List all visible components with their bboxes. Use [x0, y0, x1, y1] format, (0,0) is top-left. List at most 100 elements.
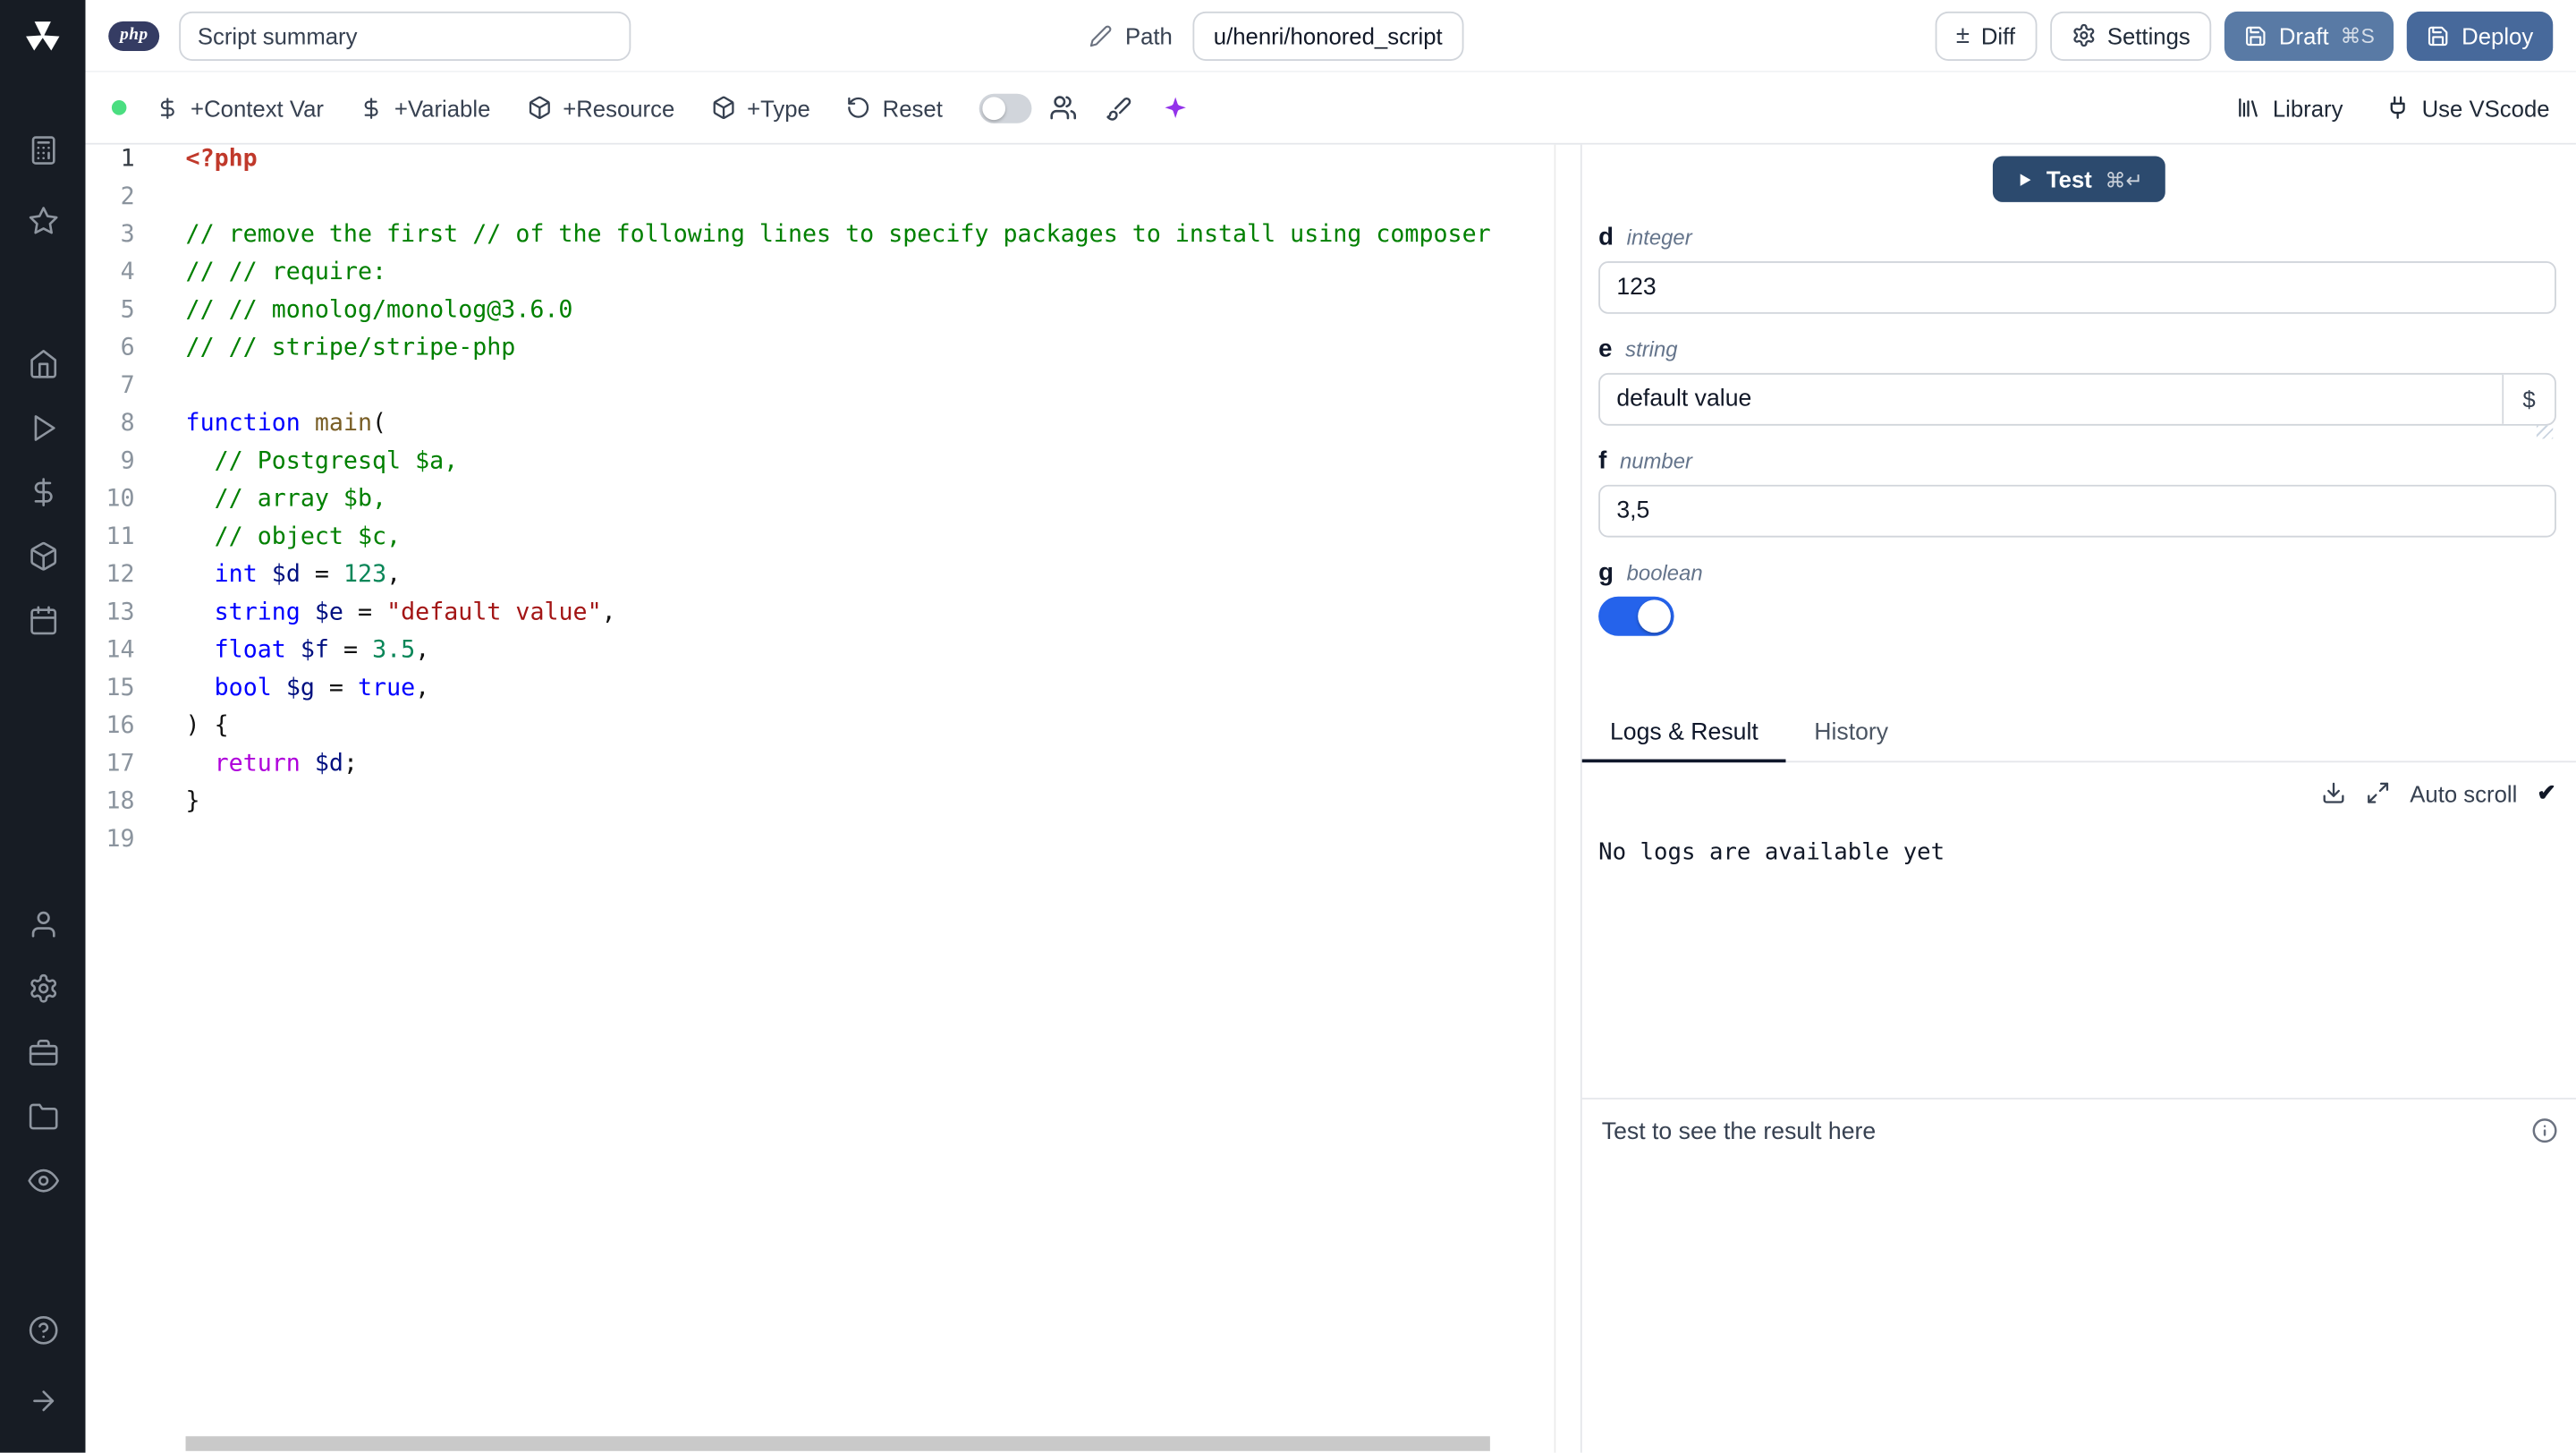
field-g-toggle[interactable] — [1598, 596, 1674, 636]
code-line[interactable]: ​ — [186, 184, 1555, 222]
expand-icon[interactable] — [2366, 780, 2391, 805]
add-context-var-label: +Context Var — [191, 94, 324, 121]
line-number: 13 — [106, 599, 135, 626]
code-line[interactable]: bool $g = true, — [186, 676, 1555, 713]
star-icon — [28, 206, 57, 234]
diff-button-label: Diff — [1980, 21, 2015, 49]
add-type-button[interactable]: +Type — [711, 95, 810, 121]
add-resource-button[interactable]: +Resource — [527, 95, 674, 121]
code-line[interactable]: ​ — [186, 373, 1555, 411]
tab-logs-result[interactable]: Logs & Result — [1581, 715, 1787, 763]
arguments-form: d integer e string $ f — [1582, 202, 2576, 636]
windmill-logo[interactable] — [20, 13, 65, 59]
field-d-input[interactable] — [1598, 261, 2556, 314]
content-column: php Path u/henri/honored_script ± Diff S… — [85, 0, 2576, 1453]
sidebar-item-help[interactable] — [13, 1304, 72, 1354]
field-f-input[interactable] — [1598, 484, 2556, 538]
script-summary-input[interactable] — [179, 10, 631, 61]
code-line[interactable]: ​ — [186, 827, 1555, 864]
auto-scroll-label[interactable]: Auto scroll — [2410, 780, 2517, 806]
code-line[interactable]: // object $c, — [186, 524, 1555, 562]
field-f-label-row: f number — [1598, 447, 2556, 475]
horizontal-scrollbar[interactable] — [185, 1436, 1490, 1451]
sidebar-item-schedules[interactable] — [13, 595, 72, 644]
code-line[interactable]: string $e = "default value", — [186, 599, 1555, 637]
field-d-name: d — [1598, 223, 1614, 252]
code-editor[interactable]: 12345678910111213141516171819 <?php​// r… — [85, 144, 1556, 1453]
line-number: 6 — [120, 335, 135, 362]
use-vscode-button[interactable]: Use VScode — [2385, 95, 2550, 121]
sidebar-item-audit-logs[interactable] — [13, 1155, 72, 1204]
brush-icon — [1106, 97, 1131, 120]
download-icon[interactable] — [2321, 780, 2346, 805]
add-variable-button[interactable]: +Variable — [360, 95, 490, 121]
code-line[interactable]: // // stripe/stripe-php — [186, 336, 1555, 373]
check-icon[interactable]: ✔ — [2537, 779, 2556, 807]
sidebar-item-users[interactable] — [13, 899, 72, 948]
line-number: 5 — [120, 297, 135, 324]
editor-toolbar: +Context Var +Variable +Resource +Type R… — [85, 72, 2576, 145]
sidebar-item-settings[interactable] — [13, 963, 72, 1012]
field-d-type: integer — [1626, 225, 1692, 251]
field-f-name: f — [1598, 446, 1607, 475]
ai-assistant-button[interactable] — [1161, 94, 1189, 122]
tab-history[interactable]: History — [1786, 715, 1916, 762]
code-line[interactable]: // // require: — [186, 259, 1555, 297]
deploy-button[interactable]: Deploy — [2407, 10, 2554, 61]
format-code-button[interactable] — [1106, 95, 1131, 121]
sidebar-item-home[interactable] — [13, 338, 72, 387]
result-tabs: Logs & Result History — [1581, 715, 2576, 763]
line-number: 9 — [120, 448, 135, 475]
code-line[interactable]: // array $b, — [186, 487, 1555, 524]
line-number: 14 — [106, 637, 135, 665]
script-path-box[interactable]: u/henri/honored_script — [1191, 10, 1464, 61]
code-line[interactable]: ) { — [186, 713, 1555, 751]
test-row: Test ⌘↵ — [1582, 156, 2576, 202]
code-lines[interactable]: <?php​// remove the first // of the foll… — [151, 145, 1555, 1453]
package-icon — [529, 96, 550, 119]
code-line[interactable]: return $d; — [186, 751, 1555, 788]
windmill-logo-icon — [26, 21, 60, 51]
sidebar-item-runs[interactable] — [13, 403, 72, 452]
line-number: 17 — [106, 751, 135, 777]
code-line[interactable]: // // monolog/monolog@3.6.0 — [186, 297, 1555, 335]
draft-button[interactable]: Draft ⌘S — [2224, 10, 2394, 61]
code-line[interactable]: } — [186, 789, 1555, 827]
info-button[interactable] — [2531, 1117, 2557, 1143]
field-e-name: e — [1598, 335, 1613, 363]
library-button[interactable]: Library — [2236, 95, 2343, 121]
settings-button[interactable]: Settings — [2049, 10, 2212, 61]
sidebar-expand-button[interactable] — [13, 1375, 72, 1424]
sidebar — [0, 0, 86, 1453]
add-context-var-button[interactable]: +Context Var — [156, 94, 324, 121]
diff-button[interactable]: ± Diff — [1935, 10, 2037, 61]
sidebar-item-favorites[interactable] — [13, 196, 72, 245]
line-number: 2 — [120, 183, 135, 211]
field-e-input[interactable] — [1598, 372, 2556, 426]
code-line[interactable]: <?php — [186, 146, 1555, 183]
code-line[interactable]: // Postgresql $a, — [186, 448, 1555, 486]
test-button[interactable]: Test ⌘↵ — [1992, 156, 2166, 202]
sidebar-item-resources[interactable] — [13, 531, 72, 580]
code-line[interactable]: float $f = 3.5, — [186, 638, 1555, 676]
field-g-name: g — [1598, 558, 1614, 587]
sidebar-help-group — [13, 1304, 72, 1369]
multiplayer-button[interactable] — [1047, 94, 1076, 122]
field-e-variable-picker-button[interactable]: $ — [2502, 374, 2555, 424]
sidebar-item-workers[interactable] — [13, 1027, 72, 1076]
toolbar-right: Library Use VScode — [2194, 95, 2550, 121]
path-label: Path — [1124, 21, 1173, 49]
reset-button[interactable]: Reset — [846, 95, 943, 121]
dollar-icon — [364, 97, 378, 119]
resize-grip[interactable] — [2536, 425, 2554, 439]
sidebar-expand-group — [13, 1375, 72, 1440]
sidebar-item-folders[interactable] — [13, 1092, 72, 1141]
sidebar-item-variables[interactable] — [13, 467, 72, 516]
code-line[interactable]: function main( — [186, 411, 1555, 448]
code-line[interactable]: int $d = 123, — [186, 562, 1555, 599]
toggle-knob — [1638, 599, 1671, 633]
code-line[interactable]: // remove the first // of the following … — [186, 222, 1555, 259]
diff-preview-toggle[interactable] — [979, 92, 1032, 123]
line-number: 12 — [106, 562, 135, 589]
sidebar-item-apps[interactable] — [13, 125, 72, 174]
